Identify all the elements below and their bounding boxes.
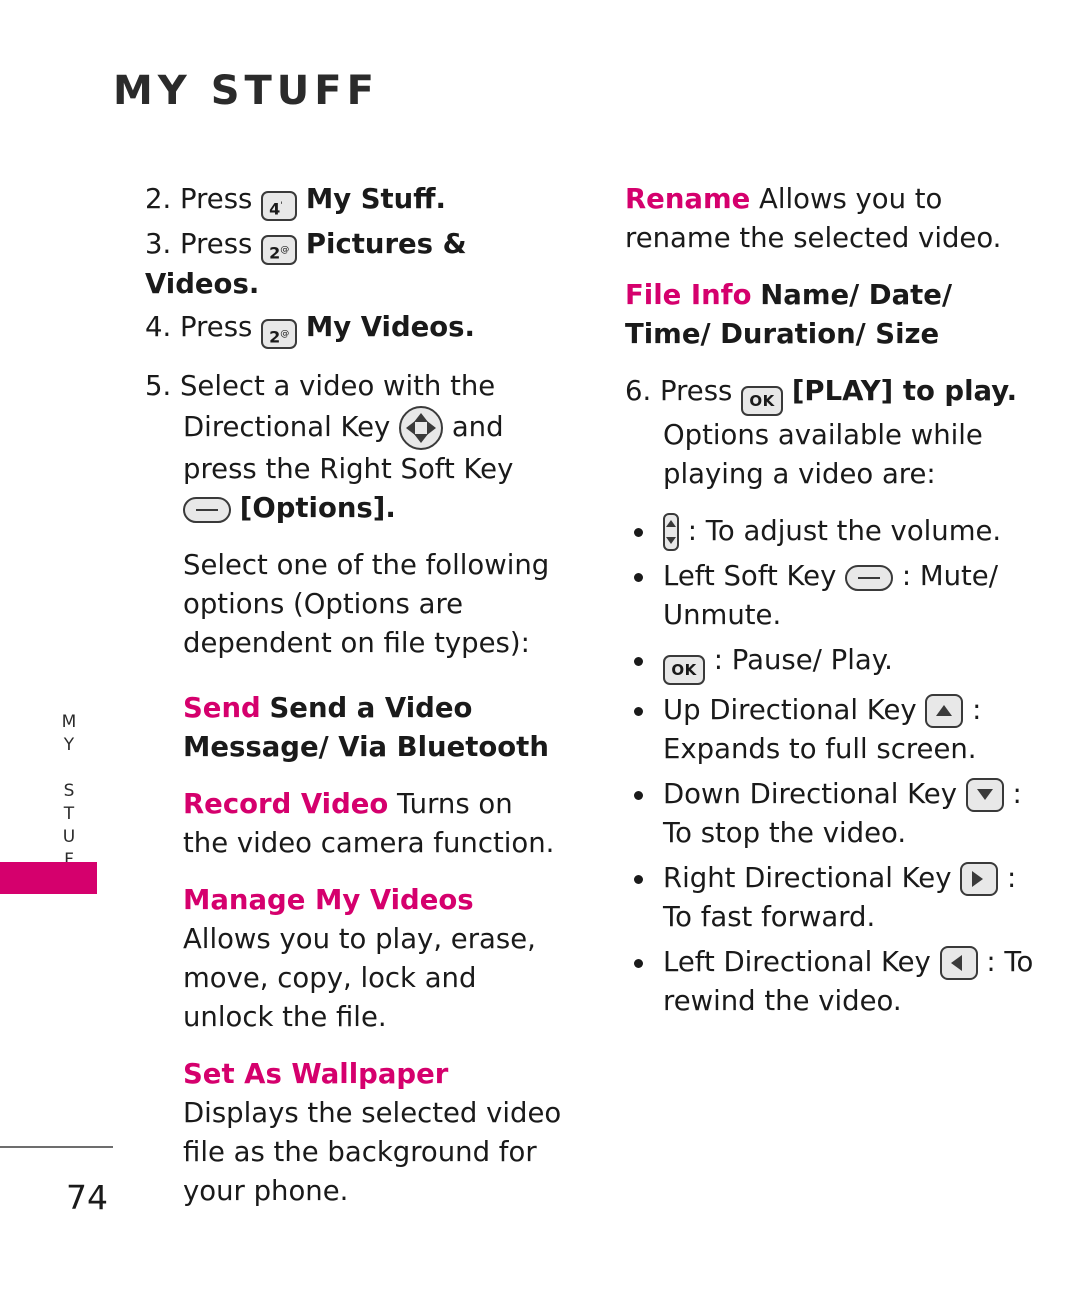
option-send: Send Send a Video Message/ Via Bluetooth <box>145 689 565 767</box>
step-5-line-4: [Options]. <box>145 489 565 528</box>
option-record-video-label: Record Video <box>183 788 389 821</box>
bullet-up-directional-key: Up Directional Key : Expands to full scr… <box>625 691 1045 769</box>
bullet-left-directional-key: Left Directional Key : To rewind the vid… <box>625 943 1045 1021</box>
bullet-dot <box>634 707 643 716</box>
step-5-line-2-pre: Directional Key <box>183 411 391 444</box>
bullet-down-pre: Down Directional Key <box>663 778 957 810</box>
bullet-ok-key-text: : Pause/ Play. <box>713 644 893 676</box>
options-intro-line-2: options (Options are <box>183 588 464 621</box>
option-manage-my-videos-label: Manage My Videos <box>183 884 474 917</box>
bullet-dot <box>634 791 643 800</box>
option-record-video: Record Video Turns on the video camera f… <box>145 785 565 863</box>
bullet-volume: : To adjust the volume. <box>625 512 1045 551</box>
step-3: 3. Press 2@ Pictures & Videos. <box>145 225 565 305</box>
page-number: 74 <box>66 1178 108 1217</box>
bullet-right-directional-key: Right Directional Key : To fast forward. <box>625 859 1045 937</box>
bullet-dot <box>634 875 643 884</box>
option-manage-my-videos-body: Allows you to play, erase, move, copy, l… <box>183 923 536 1034</box>
step-3-number: 3. Press <box>145 227 253 260</box>
bullet-volume-text: : To adjust the volume. <box>687 515 1002 547</box>
step-4-text: My Videos. <box>305 311 475 344</box>
bullet-left-pre: Left Directional Key <box>663 946 931 978</box>
step-2-text: My Stuff. <box>305 183 446 215</box>
bullet-ok-key: OK : Pause/ Play. <box>625 641 1045 685</box>
bullet-dot <box>634 657 643 666</box>
step-5: 5. Select a video with the Directional K… <box>145 367 565 528</box>
step-6-line-2: Options available while <box>663 419 983 451</box>
bullet-dot <box>634 959 643 968</box>
step-4: 4. Press 2@ My Videos. <box>145 308 565 350</box>
step-5-line-2-post: and <box>451 411 504 444</box>
bullet-dot <box>634 573 643 582</box>
left-column: 2. Press 4' My Stuff. 3. Press 2@ Pictur… <box>145 180 565 1215</box>
left-soft-key-icon <box>845 565 894 591</box>
step-6-post: [PLAY] to play. <box>791 375 1018 407</box>
step-6-line-3: playing a video are: <box>663 458 936 490</box>
step-5-line-3: press the Right Soft Key <box>183 453 514 486</box>
page-title: MY STUFF <box>113 68 379 114</box>
bullet-left-soft-key: Left Soft Key : Mute/ Unmute. <box>625 557 1045 635</box>
option-manage-my-videos: Manage My Videos Allows you to play, era… <box>145 881 565 1037</box>
bullet-left-soft-key-pre: Left Soft Key <box>663 560 837 592</box>
key-2-icon: 2@ <box>261 235 298 266</box>
step-2: 2. Press 4' My Stuff. <box>145 180 565 221</box>
volume-key-icon <box>663 513 679 551</box>
bullet-dot <box>634 528 643 537</box>
footer-divider <box>0 1146 113 1148</box>
step-5-line-1: 5. Select a video with the <box>145 370 496 403</box>
step-6-line-1: 6. Press OK [PLAY] to play. <box>625 372 1045 416</box>
option-set-as-wallpaper: Set As Wallpaper Displays the selected v… <box>145 1055 565 1211</box>
step-5-line-2: Directional Key and <box>145 406 565 451</box>
options-intro: Select one of the following options (Opt… <box>145 546 565 663</box>
option-file-info-label: File Info <box>625 279 752 311</box>
option-rename-label: Rename <box>625 183 751 215</box>
option-set-as-wallpaper-body: Displays the selected video file as the … <box>183 1097 562 1208</box>
bullet-up-pre: Up Directional Key <box>663 694 917 726</box>
key-4-icon: 4' <box>261 190 298 221</box>
ok-key-icon: OK <box>741 386 784 416</box>
option-send-label: Send <box>183 692 261 725</box>
key-2-icon: 2@ <box>261 319 298 350</box>
directional-key-icon <box>399 406 444 451</box>
down-directional-key-icon <box>965 778 1004 812</box>
option-file-info: File Info Name/ Date/ Time/ Duration/ Si… <box>625 276 1045 354</box>
manual-page: MY STUFF MY STUFF 2. Press 4' My Stuff. … <box>0 0 1080 1295</box>
options-intro-line-1: Select one of the following <box>183 549 550 582</box>
step-4-number: 4. Press <box>145 311 253 344</box>
side-tab-marker <box>0 862 97 894</box>
up-directional-key-icon <box>925 694 964 728</box>
right-soft-key-icon <box>183 497 231 524</box>
ok-key-icon: OK <box>663 655 705 685</box>
option-set-as-wallpaper-label: Set As Wallpaper <box>183 1058 449 1091</box>
step-2-number: 2. Press <box>145 183 253 215</box>
step-5-options-label: [Options]. <box>239 492 396 525</box>
right-directional-key-icon <box>960 862 999 896</box>
options-intro-line-3: dependent on file types): <box>183 627 530 660</box>
option-rename: Rename Allows you to rename the selected… <box>625 180 1045 258</box>
bullet-right-pre: Right Directional Key <box>663 862 952 894</box>
step-6: 6. Press OK [PLAY] to play. Options avai… <box>625 372 1045 494</box>
bullet-down-directional-key: Down Directional Key : To stop the video… <box>625 775 1045 853</box>
step-6-pre: 6. Press <box>625 375 733 407</box>
left-directional-key-icon <box>939 946 978 980</box>
right-column: Rename Allows you to rename the selected… <box>625 180 1045 1027</box>
